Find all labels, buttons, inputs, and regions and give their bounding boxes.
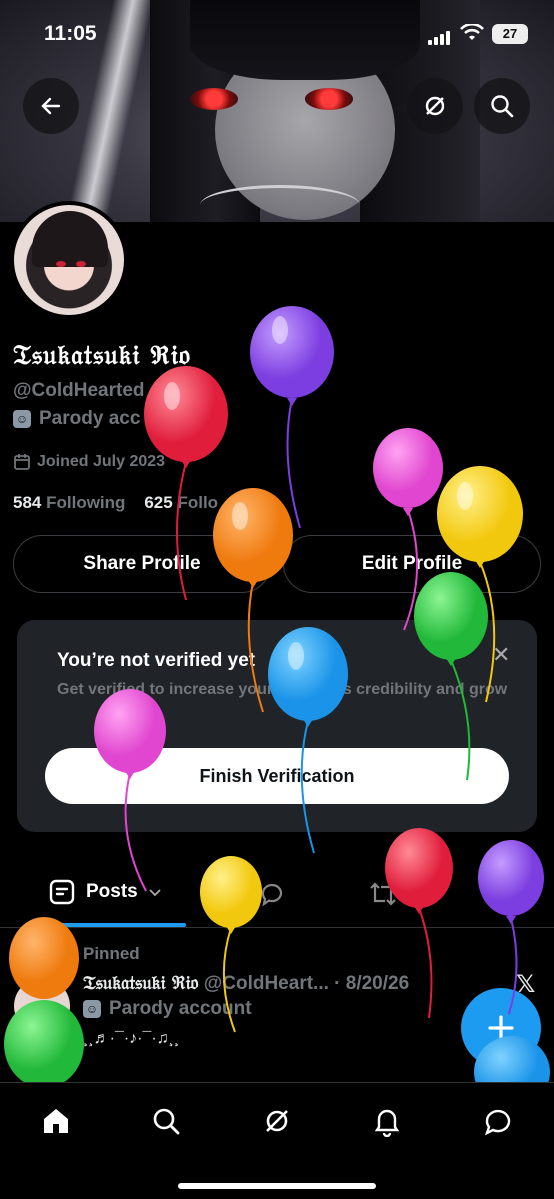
- post-avatar[interactable]: [14, 978, 70, 1034]
- repost-icon: [370, 882, 396, 906]
- avatar-art: [56, 261, 66, 267]
- status-bar: 11:05 27: [0, 0, 554, 60]
- banner-art: [190, 88, 238, 110]
- edit-profile-button[interactable]: Edit Profile: [283, 535, 541, 593]
- nav-grok[interactable]: [257, 1101, 297, 1141]
- following-link[interactable]: 584 Following: [13, 493, 125, 512]
- posts-icon: [49, 879, 75, 905]
- verification-description: Get verified to increase your account’s …: [57, 681, 508, 698]
- bell-icon: [374, 1109, 400, 1137]
- status-time: 11:05: [44, 22, 97, 45]
- reply-icon: [261, 883, 283, 907]
- post-author[interactable]: 𝔗𝔰𝔲𝔨𝔞𝔱𝔰𝔲𝔨𝔦 ℜ𝔦𝔬 @ColdHeart... · 8/20/26: [83, 972, 409, 995]
- parody-text: Parody acc: [39, 408, 141, 429]
- search-icon: [491, 95, 514, 118]
- search-icon: [153, 1108, 180, 1135]
- home-indicator: [178, 1183, 376, 1189]
- verification-card: You’re not verified yet Get verified to …: [17, 620, 537, 832]
- wifi-icon: [460, 22, 484, 47]
- balloon: [373, 428, 443, 631]
- joined-date: Joined July 2023: [13, 453, 165, 471]
- share-profile-button[interactable]: Share Profile: [13, 535, 271, 593]
- verification-title: You’re not verified yet: [57, 650, 256, 671]
- search-button[interactable]: [474, 78, 530, 134]
- balloon: [250, 306, 334, 529]
- tab-posts[interactable]: Posts: [48, 878, 162, 906]
- joined-text: Joined July 2023: [37, 453, 166, 470]
- mask-icon: ☺: [13, 410, 31, 428]
- nav-notifications[interactable]: [367, 1101, 407, 1141]
- nav-explore[interactable]: [146, 1101, 186, 1141]
- battery-icon: 27: [492, 24, 528, 44]
- follow-stats: 584 Following 625 Follo: [13, 493, 218, 513]
- calendar-icon: [14, 454, 30, 470]
- profile-name: 𝔗𝔰𝔲𝔨𝔞𝔱𝔰𝔲𝔨𝔦 ℜ𝔦𝔬: [13, 340, 192, 371]
- banner-art: [305, 88, 353, 110]
- tab-posts-label: Posts: [86, 881, 138, 902]
- followers-link[interactable]: 625 Follo: [144, 493, 218, 512]
- nav-home[interactable]: [36, 1101, 76, 1141]
- bottom-navigation: [0, 1082, 554, 1199]
- avatar-art: [32, 211, 108, 267]
- close-icon[interactable]: ✕: [492, 642, 510, 668]
- post-parody-label: ☺ Parody account: [83, 998, 252, 1020]
- mask-icon: ☺: [83, 1000, 101, 1018]
- profile-tabs: Posts: [0, 860, 554, 928]
- grok-button[interactable]: [407, 78, 463, 134]
- tab-active-indicator: [40, 923, 186, 927]
- parody-label: ☺ Parody acc: [13, 408, 140, 430]
- profile-handle: @ColdHearted: [13, 380, 145, 401]
- home-icon: [44, 1109, 68, 1133]
- banner-art: [200, 185, 360, 222]
- plus-icon: [488, 1015, 514, 1041]
- compose-button[interactable]: [461, 988, 541, 1068]
- grok-icon: [425, 96, 445, 116]
- pinned-label: Pinned: [83, 944, 140, 963]
- back-arrow-icon: [41, 97, 61, 115]
- tab-replies[interactable]: [258, 880, 286, 913]
- finish-verification-button[interactable]: Finish Verification: [45, 748, 509, 804]
- avatar-art: [76, 261, 86, 267]
- tab-reposts[interactable]: [368, 880, 398, 913]
- grok-icon: [266, 1110, 288, 1132]
- chevron-down-icon[interactable]: [148, 885, 162, 899]
- signal-icon: [428, 27, 452, 45]
- back-button[interactable]: [23, 78, 79, 134]
- avatar[interactable]: [10, 201, 128, 319]
- post-text: ¸¸♬·¯·♪·¯·♫¸¸: [83, 1030, 180, 1047]
- nav-messages[interactable]: [478, 1101, 518, 1141]
- chat-icon: [484, 1109, 511, 1136]
